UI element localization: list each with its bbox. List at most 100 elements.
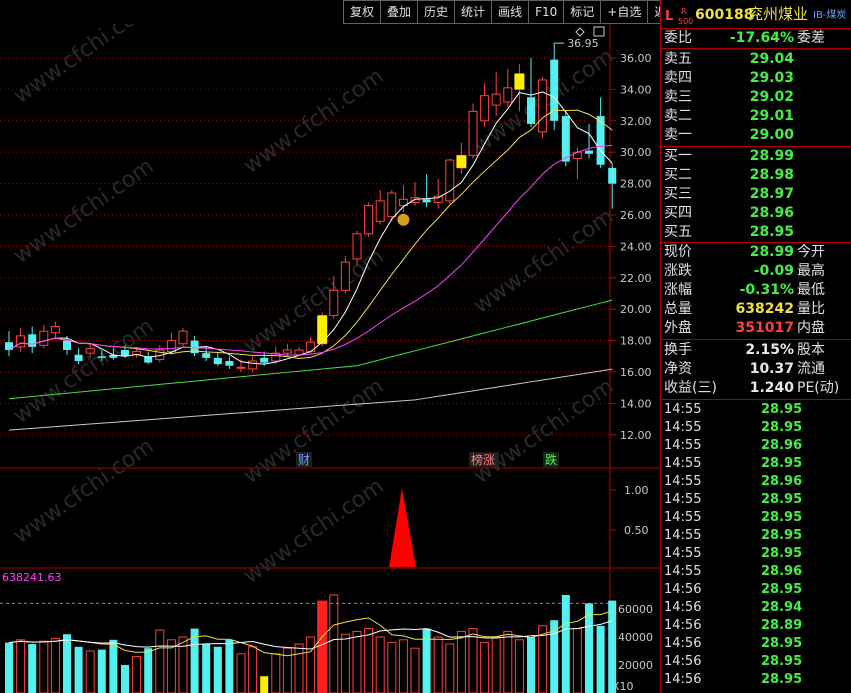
price-tick-label: 24.00 <box>620 240 652 253</box>
volume-bar-up <box>398 639 408 693</box>
quote-row-value: 351017 <box>735 320 794 336</box>
volume-bar-up <box>456 630 466 693</box>
bid-row-value: 28.95 <box>749 224 794 240</box>
tick-price: 28.95 <box>761 492 803 507</box>
tick-row: 14:56 28.95 <box>661 671 851 689</box>
candle-body-down <box>63 340 71 351</box>
indicator-tick-label: 0.50 <box>624 524 649 537</box>
stat-row: 换手 2.15% 股本 <box>661 341 851 360</box>
quote-row-value: 638242 <box>735 301 794 317</box>
tick-price: 28.95 <box>761 672 803 687</box>
volume-bar-up <box>387 642 397 693</box>
candle-body-down <box>202 353 211 358</box>
money-bag-icon <box>397 213 410 226</box>
price-tick-label: 16.00 <box>620 366 652 379</box>
price-tick-label: 20.00 <box>620 303 652 316</box>
candle-body-down <box>422 199 431 203</box>
price-tick-label: 28.00 <box>620 178 652 191</box>
candle-body-down <box>585 150 593 154</box>
tick-time: 14:56 <box>664 672 702 687</box>
tick-price: 28.95 <box>761 402 803 417</box>
toolbar-button-1[interactable]: 叠加 <box>380 0 418 24</box>
price-tick-label: 12.00 <box>620 429 652 442</box>
toolbar-button-7[interactable]: +自选 <box>600 0 648 24</box>
tick-time: 14:56 <box>664 582 702 597</box>
volume-bar-up <box>514 639 524 693</box>
tick-price: 28.95 <box>761 456 803 471</box>
price-tick-label: 26.00 <box>620 209 652 222</box>
quote-row-label2: 量比 <box>797 301 825 317</box>
kline-chart[interactable]: 36.00 34.00 32.00 30.00 28.00 26.00 24.00 22.00… <box>0 24 660 693</box>
volume-ma10-line <box>8 620 613 650</box>
ask-row: 卖二 29.01 <box>661 107 851 126</box>
chart-toolbar: 复权叠加历史统计画线F10标记+自选返回 <box>343 0 686 24</box>
volume-bar-down <box>585 603 593 693</box>
candle-body-up <box>236 366 246 369</box>
candle-body-up <box>503 87 513 103</box>
tick-row: 14:55 28.95 <box>661 455 851 473</box>
toolbar-button-3[interactable]: 统计 <box>454 0 492 24</box>
toolbar-button-4[interactable]: 画线 <box>491 0 529 24</box>
stat-row-label2: 流通 <box>797 361 825 377</box>
high-price-label: 36.95 <box>567 37 599 50</box>
event-marker: 榜涨 <box>471 452 495 467</box>
tick-row: 14:55 28.95 <box>661 527 851 545</box>
quote-panel: L R 500 600188 兖州煤业 IB-煤炭 委比 -17.64% 委差 … <box>660 0 851 693</box>
candle-body-up <box>248 360 258 370</box>
candle-body-up <box>375 200 385 222</box>
candle-body-down <box>74 354 83 362</box>
volume-bar-down <box>97 649 106 693</box>
bid-row-label: 买二 <box>664 167 692 183</box>
tick-price: 28.95 <box>761 528 803 543</box>
watermark-text: www.cfchi.com <box>9 154 158 269</box>
volume-bar-up <box>468 628 478 693</box>
candle-body-up <box>364 205 374 235</box>
stock-name[interactable]: 兖州煤业 <box>748 5 808 24</box>
ask-row-label: 卖四 <box>664 70 692 86</box>
tick-price: 28.95 <box>761 546 803 561</box>
tick-time: 14:56 <box>664 600 702 615</box>
stat-row: 净资 10.37 流通 <box>661 360 851 379</box>
bid-row: 买二 28.98 <box>661 166 851 185</box>
toolbar-button-0[interactable]: 复权 <box>343 0 381 24</box>
limit-up-candle <box>456 155 467 168</box>
volume-bar-up <box>306 636 316 693</box>
tick-price: 28.94 <box>761 600 803 615</box>
watermark-text: www.cfchi.com <box>469 374 618 489</box>
tick-price: 28.96 <box>761 564 803 579</box>
volume-bar-up <box>271 653 281 693</box>
tick-time: 14:55 <box>664 546 702 561</box>
toolbar-button-2[interactable]: 历史 <box>417 0 455 24</box>
stat-row-value: 10.37 <box>749 361 794 377</box>
stat-row-label2: PE(动) <box>797 380 840 396</box>
tick-time: 14:56 <box>664 654 702 669</box>
candle-body-up <box>50 325 60 334</box>
ask-row-label: 卖三 <box>664 89 692 105</box>
tick-row: 14:55 28.96 <box>661 437 851 455</box>
volume-bar-up <box>491 636 501 693</box>
stat-row-label: 净资 <box>664 361 692 377</box>
quote-row-label2: 今开 <box>797 244 825 260</box>
bid-row-value: 28.97 <box>749 186 794 202</box>
candle-body-down <box>213 357 222 365</box>
volume-bar-down <box>28 644 37 693</box>
industry-tag[interactable]: IB-煤炭 <box>813 6 846 25</box>
ask-row-value: 29.04 <box>749 51 794 67</box>
volume-bar-down <box>5 642 13 693</box>
candle-body-down <box>225 361 234 366</box>
stat-row-label: 换手 <box>664 342 692 358</box>
toolbar-button-5[interactable]: F10 <box>528 0 564 24</box>
toolbar-button-6[interactable]: 标记 <box>563 0 601 24</box>
tick-price: 28.95 <box>761 582 803 597</box>
volume-bar-up <box>236 653 246 693</box>
volume-bar-up <box>410 647 420 693</box>
quote-row-label2: 内盘 <box>797 320 825 336</box>
tick-time: 14:55 <box>664 474 702 489</box>
volume-bar-up <box>178 636 188 693</box>
tick-row: 14:56 28.95 <box>661 635 851 653</box>
candle-body-up <box>491 93 501 106</box>
volume-bar-up <box>340 633 350 693</box>
volume-label: 638241.63 <box>2 571 62 584</box>
tick-price: 28.95 <box>761 636 803 651</box>
volume-tick-label: 40000 <box>618 631 653 644</box>
